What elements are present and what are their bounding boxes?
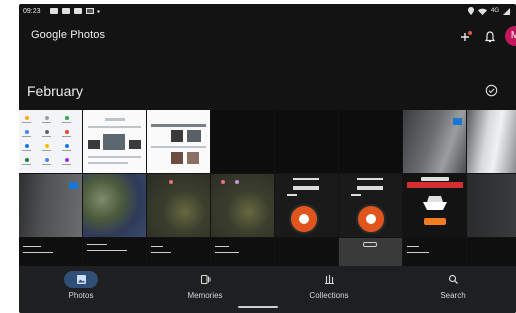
- photo-thumbnail[interactable]: [147, 110, 210, 173]
- photo-thumbnail[interactable]: [339, 174, 402, 237]
- photo-thumbnail[interactable]: [403, 110, 466, 173]
- nav-search[interactable]: Search: [391, 266, 515, 313]
- status-bar: 09:23 4G: [19, 4, 516, 19]
- photos-app-screen: 09:23 4G Google Photos M February Photos…: [19, 4, 516, 313]
- add-button[interactable]: [459, 30, 473, 44]
- nav-collections-indicator: [312, 271, 346, 288]
- photo-thumbnail[interactable]: [147, 174, 210, 237]
- photo-thumbnail[interactable]: [403, 174, 466, 237]
- nav-collections-label: Collections: [309, 291, 349, 300]
- notification-icon: [50, 8, 58, 14]
- photo-thumbnail[interactable]: [275, 110, 338, 173]
- memories-icon: [200, 274, 210, 285]
- photo-thumbnail[interactable]: [19, 174, 82, 237]
- image-icon: [86, 8, 94, 14]
- nav-photos[interactable]: Photos: [19, 266, 143, 313]
- home-indicator[interactable]: [238, 306, 278, 308]
- photo-thumbnail[interactable]: [83, 110, 146, 173]
- search-icon: [448, 274, 458, 284]
- bell-icon: [484, 31, 496, 43]
- nav-memories-label: Memories: [187, 291, 223, 300]
- signal-icon: [503, 7, 510, 15]
- notification-icon: [62, 8, 70, 14]
- photo-thumbnail[interactable]: [339, 238, 402, 266]
- status-right: 4G: [467, 7, 510, 15]
- dot-icon: [97, 10, 100, 13]
- photo-thumbnail[interactable]: [83, 174, 146, 237]
- photo-thumbnail[interactable]: [147, 238, 210, 266]
- photo-thumbnail[interactable]: [19, 110, 82, 173]
- wifi-icon: [477, 8, 487, 15]
- notifications-button[interactable]: [483, 30, 497, 44]
- location-icon: [467, 7, 474, 15]
- photo-grid: [19, 110, 516, 266]
- photo-thumbnail[interactable]: [275, 238, 338, 266]
- select-all-button[interactable]: [485, 84, 498, 97]
- photo-thumbnail[interactable]: [211, 110, 274, 173]
- nav-collections[interactable]: Collections: [267, 266, 391, 313]
- photo-thumbnail[interactable]: [339, 110, 402, 173]
- nav-search-indicator: [436, 271, 470, 288]
- photo-thumbnail[interactable]: [275, 174, 338, 237]
- network-label: 4G: [490, 8, 499, 14]
- collections-icon: [324, 275, 334, 285]
- photos-icon: [76, 275, 86, 284]
- photo-thumbnail[interactable]: [83, 238, 146, 266]
- photo-thumbnail[interactable]: [211, 238, 274, 266]
- nav-search-label: Search: [440, 291, 466, 300]
- nav-memories-indicator: [188, 271, 222, 288]
- photo-thumbnail[interactable]: [403, 238, 466, 266]
- account-avatar[interactable]: M: [505, 26, 516, 46]
- nav-photos-label: Photos: [68, 291, 94, 300]
- photo-thumbnail[interactable]: [467, 110, 516, 173]
- nav-photos-indicator: [64, 271, 98, 288]
- notification-icon: [74, 8, 82, 14]
- add-icon: [461, 31, 472, 41]
- app-title: Google Photos: [31, 29, 106, 41]
- photo-thumbnail[interactable]: [211, 174, 274, 237]
- month-header: February: [27, 83, 84, 99]
- photo-thumbnail[interactable]: [19, 238, 82, 266]
- check-circle-icon: [485, 84, 498, 97]
- photo-thumbnail[interactable]: [467, 238, 516, 266]
- status-time: 09:23: [23, 8, 41, 15]
- photo-thumbnail[interactable]: [467, 174, 516, 237]
